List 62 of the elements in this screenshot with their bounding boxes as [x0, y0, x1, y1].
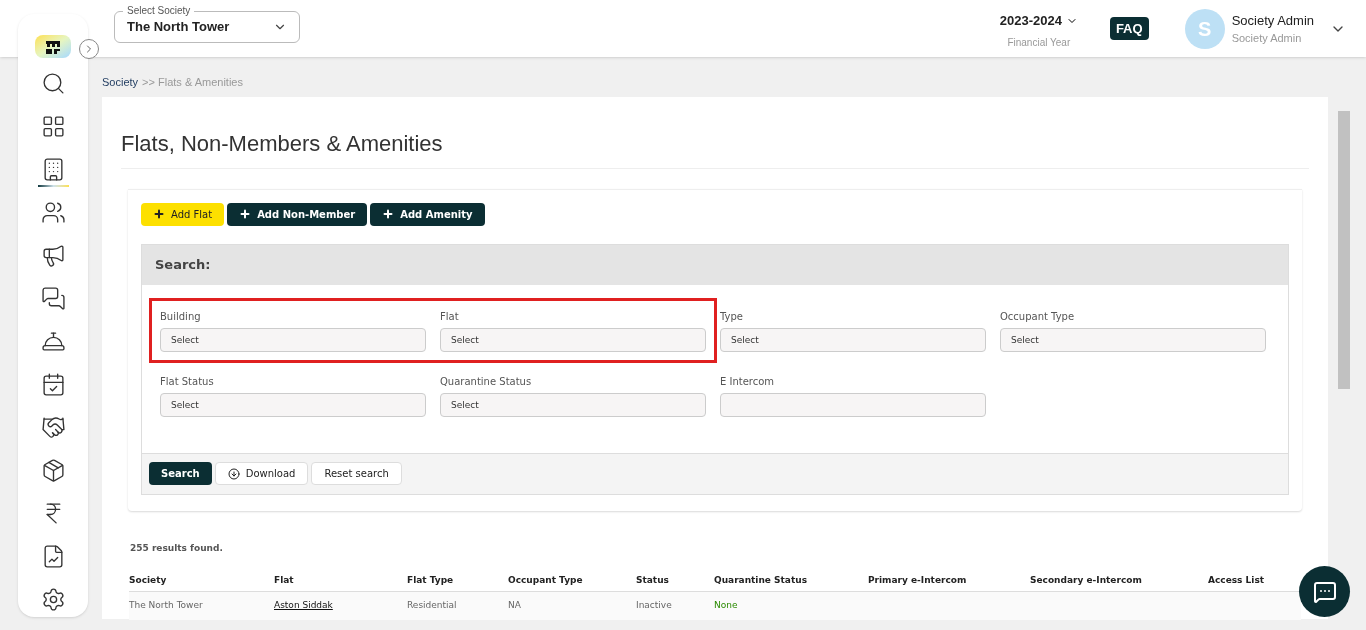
status-text: None	[714, 599, 739, 613]
calendar-icon[interactable]	[40, 372, 66, 397]
table-cell-text: Inactive	[636, 599, 673, 613]
search-button[interactable]: Search	[149, 462, 212, 485]
people-icon[interactable]	[40, 200, 66, 225]
breadcrumb-current: >> Flats & Amenities	[142, 75, 243, 90]
handshake-icon[interactable]	[40, 415, 66, 440]
year-select[interactable]: 2023-2024	[999, 11, 1062, 31]
column-header: Status	[636, 573, 670, 587]
column-header: Secondary e-Intercom	[1030, 573, 1143, 587]
filter-label: E Intercom	[720, 374, 776, 389]
column-header: Access List	[1208, 573, 1266, 587]
column-header: Flat	[274, 573, 295, 587]
table-cell-text: Residential	[407, 599, 458, 613]
download-icon	[227, 467, 240, 480]
filter-field[interactable]: Select	[440, 327, 706, 352]
plus-icon	[382, 208, 395, 220]
chat-icon	[1312, 579, 1337, 604]
box-icon[interactable]	[40, 458, 66, 483]
filter-label: Flat Status	[160, 374, 215, 389]
filter-label: Type	[720, 309, 744, 324]
filter-field[interactable]	[720, 392, 986, 417]
app-logo[interactable]	[35, 35, 71, 58]
user-role: Society Admin	[1231, 31, 1303, 46]
add-button[interactable]: Add Flat	[141, 202, 225, 226]
filter-field[interactable]: Select	[160, 327, 426, 352]
search-heading: Search:	[155, 255, 211, 274]
breadcrumb-link[interactable]: Society	[102, 74, 139, 91]
year-caption: Financial Year	[1007, 35, 1071, 50]
filter-field[interactable]: Select	[1000, 327, 1266, 352]
table-cell-text: The North Tower	[129, 599, 204, 613]
filter-label: Occupant Type	[1000, 309, 1076, 324]
column-header: Primary e-Intercom	[868, 573, 968, 587]
results-count: 255 results found.	[129, 541, 224, 555]
reset-button[interactable]: Reset search	[311, 462, 402, 485]
search-icon[interactable]	[40, 71, 66, 96]
filter-label: Building	[160, 309, 202, 324]
download-button[interactable]: Download	[214, 462, 309, 485]
plus-icon	[239, 208, 252, 220]
faq-button[interactable]: FAQ	[1109, 16, 1149, 41]
add-button[interactable]: Add Non-Member	[227, 202, 368, 226]
page-title: Flats, Non-Members & Amenities	[121, 126, 1309, 169]
column-header: Occupant Type	[508, 573, 584, 587]
plus-icon	[153, 208, 165, 220]
column-header: Society	[129, 573, 168, 587]
chat-bubbles-icon[interactable]	[40, 286, 66, 311]
filter-label: Flat	[440, 309, 460, 324]
filter-field[interactable]: Select	[440, 392, 706, 417]
grid-icon[interactable]	[40, 114, 66, 139]
scrollbar[interactable]	[1338, 111, 1350, 389]
filter-label: Quarantine Status	[440, 374, 533, 389]
settings-icon[interactable]	[40, 587, 66, 612]
user-name: Society Admin	[1231, 11, 1314, 30]
filter-field[interactable]: Select	[720, 327, 986, 352]
filter-field[interactable]: Select	[160, 392, 426, 417]
column-header: Flat Type	[407, 573, 455, 587]
table-cell-text: NA	[508, 599, 522, 613]
flat-link[interactable]: Aston Siddak	[274, 599, 333, 613]
select-value: The North Tower	[127, 17, 230, 36]
megaphone-icon[interactable]	[40, 243, 66, 268]
column-header: Quarantine Status	[714, 573, 808, 587]
add-button[interactable]: Add Amenity	[370, 202, 485, 226]
